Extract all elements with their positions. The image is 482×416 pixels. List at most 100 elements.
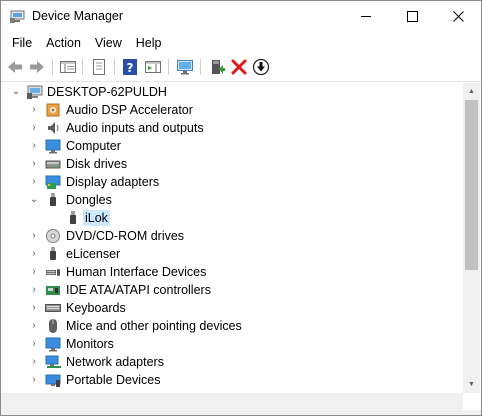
dongle-icon bbox=[70, 211, 76, 224]
scroll-down-arrow-icon[interactable]: ▼ bbox=[463, 376, 480, 393]
tree-item-label: Audio inputs and outputs bbox=[66, 121, 204, 135]
expand-arrow-icon[interactable]: › bbox=[29, 284, 39, 296]
tree-item-label: Dongles bbox=[66, 193, 112, 207]
update-driver-icon[interactable] bbox=[208, 58, 226, 76]
device-tree[interactable]: ⌄ DESKTOP-62PULDH › Audio DSP Accelerato… bbox=[1, 83, 463, 393]
tree-item-keyboards[interactable]: › Keyboards bbox=[1, 299, 463, 317]
expand-arrow-icon[interactable]: › bbox=[29, 122, 39, 134]
minimize-button[interactable] bbox=[343, 1, 389, 32]
back-button-icon[interactable] bbox=[6, 58, 24, 76]
audio-dsp-icon bbox=[46, 103, 60, 117]
dongle-icon bbox=[50, 247, 56, 260]
ide-controller-icon bbox=[46, 286, 60, 295]
toolbar: ? bbox=[1, 54, 481, 82]
vertical-scrollbar[interactable]: ▲ ▼ bbox=[463, 83, 480, 393]
toolbar-separator bbox=[168, 59, 169, 75]
menu-help[interactable]: Help bbox=[129, 36, 169, 50]
title-bar[interactable]: Device Manager bbox=[1, 1, 481, 32]
tree-item-portable-devices[interactable]: › Portable Devices bbox=[1, 371, 463, 389]
tree-item-label: Display adapters bbox=[66, 175, 160, 189]
expand-arrow-icon[interactable]: › bbox=[29, 230, 39, 242]
maximize-button[interactable] bbox=[389, 1, 435, 32]
tree-item-label: iLok bbox=[83, 210, 110, 226]
expand-arrow-icon[interactable]: › bbox=[29, 104, 39, 116]
keyboard-icon bbox=[45, 304, 61, 312]
action-pane-icon[interactable] bbox=[144, 58, 162, 76]
menu-action[interactable]: Action bbox=[39, 36, 88, 50]
toolbar-separator bbox=[82, 59, 83, 75]
close-icon bbox=[452, 11, 464, 22]
scan-hardware-changes-icon[interactable] bbox=[176, 58, 194, 76]
help-icon[interactable]: ? bbox=[121, 58, 139, 76]
tree-item-label: Mice and other pointing devices bbox=[66, 319, 242, 333]
maximize-icon bbox=[406, 11, 418, 22]
tree-item-label: Monitors bbox=[66, 337, 114, 351]
uninstall-device-icon[interactable] bbox=[230, 58, 248, 76]
dongle-icon bbox=[50, 193, 56, 206]
collapse-arrow-icon[interactable]: ⌄ bbox=[29, 194, 39, 206]
properties-icon[interactable] bbox=[90, 58, 108, 76]
expand-arrow-icon[interactable]: › bbox=[29, 158, 39, 170]
expand-arrow-icon[interactable]: › bbox=[29, 176, 39, 188]
horizontal-scrollbar[interactable] bbox=[1, 393, 463, 410]
tree-item-label: DVD/CD-ROM drives bbox=[66, 229, 185, 243]
tree-item-mice[interactable]: › Mice and other pointing devices bbox=[1, 317, 463, 335]
tree-item-label: IDE ATA/ATAPI controllers bbox=[66, 283, 211, 297]
toolbar-separator bbox=[200, 59, 201, 75]
speaker-icon bbox=[48, 122, 59, 134]
tree-item-audio-dsp-accelerator[interactable]: › Audio DSP Accelerator bbox=[1, 101, 463, 119]
toolbar-separator bbox=[52, 59, 53, 75]
expand-arrow-icon[interactable]: › bbox=[29, 266, 39, 278]
tree-item-label: Audio DSP Accelerator bbox=[66, 103, 193, 117]
disk-drive-icon bbox=[45, 160, 61, 169]
menu-file[interactable]: File bbox=[5, 36, 39, 50]
monitor-icon bbox=[45, 139, 61, 154]
expand-arrow-icon[interactable]: › bbox=[29, 356, 39, 368]
window-title: Device Manager bbox=[32, 9, 124, 23]
tree-root-label: DESKTOP-62PULDH bbox=[47, 85, 167, 99]
tree-item-dongles[interactable]: ⌄ Dongles bbox=[1, 191, 463, 209]
svg-text:?: ? bbox=[127, 61, 134, 75]
minimize-icon bbox=[361, 16, 371, 17]
tree-item-computer[interactable]: › Computer bbox=[1, 137, 463, 155]
close-button[interactable] bbox=[435, 1, 481, 32]
expand-arrow-icon[interactable]: › bbox=[29, 320, 39, 332]
show-hide-console-tree-icon[interactable] bbox=[59, 58, 77, 76]
tree-item-ide-ata-atapi-controllers[interactable]: › IDE ATA/ATAPI controllers bbox=[1, 281, 463, 299]
display-adapter-icon bbox=[45, 175, 61, 189]
menu-view[interactable]: View bbox=[88, 36, 129, 50]
tree-item-dvd-cdrom-drives[interactable]: › DVD/CD-ROM drives bbox=[1, 227, 463, 245]
scrollbar-thumb[interactable] bbox=[465, 100, 478, 270]
expand-arrow-icon[interactable]: › bbox=[29, 140, 39, 152]
forward-button-icon[interactable] bbox=[28, 58, 46, 76]
tree-item-label: Network adapters bbox=[66, 355, 164, 369]
expand-arrow-icon[interactable]: › bbox=[29, 338, 39, 350]
tree-item-disk-drives[interactable]: › Disk drives bbox=[1, 155, 463, 173]
tree-root[interactable]: ⌄ DESKTOP-62PULDH bbox=[1, 83, 463, 101]
monitor-icon bbox=[45, 337, 61, 352]
disable-device-icon[interactable] bbox=[252, 58, 270, 76]
tree-item-label: Computer bbox=[66, 139, 121, 153]
dvd-icon bbox=[46, 229, 60, 243]
hid-icon bbox=[46, 269, 60, 276]
mouse-icon bbox=[49, 319, 57, 333]
device-manager-icon bbox=[10, 10, 25, 23]
tree-item-network-adapters[interactable]: › Network adapters bbox=[1, 353, 463, 371]
tree-item-label: Disk drives bbox=[66, 157, 128, 171]
scroll-up-arrow-icon[interactable]: ▲ bbox=[463, 83, 480, 100]
collapse-arrow-icon[interactable]: ⌄ bbox=[11, 86, 21, 98]
expand-arrow-icon[interactable]: › bbox=[29, 302, 39, 314]
computer-icon bbox=[27, 85, 43, 99]
tree-item-ilok[interactable]: iLok bbox=[1, 209, 463, 227]
menu-bar: File Action View Help bbox=[1, 32, 481, 54]
tree-item-display-adapters[interactable]: › Display adapters bbox=[1, 173, 463, 191]
toolbar-separator bbox=[114, 59, 115, 75]
tree-item-audio-inputs-outputs[interactable]: › Audio inputs and outputs bbox=[1, 119, 463, 137]
expand-arrow-icon[interactable]: › bbox=[29, 248, 39, 260]
device-manager-window: Device Manager File Action View Help ? ⌄… bbox=[0, 0, 482, 416]
tree-item-human-interface-devices[interactable]: › Human Interface Devices bbox=[1, 263, 463, 281]
expand-arrow-icon[interactable]: › bbox=[29, 374, 39, 386]
status-bar bbox=[1, 410, 481, 415]
tree-item-elicenser[interactable]: › eLicenser bbox=[1, 245, 463, 263]
tree-item-monitors[interactable]: › Monitors bbox=[1, 335, 463, 353]
